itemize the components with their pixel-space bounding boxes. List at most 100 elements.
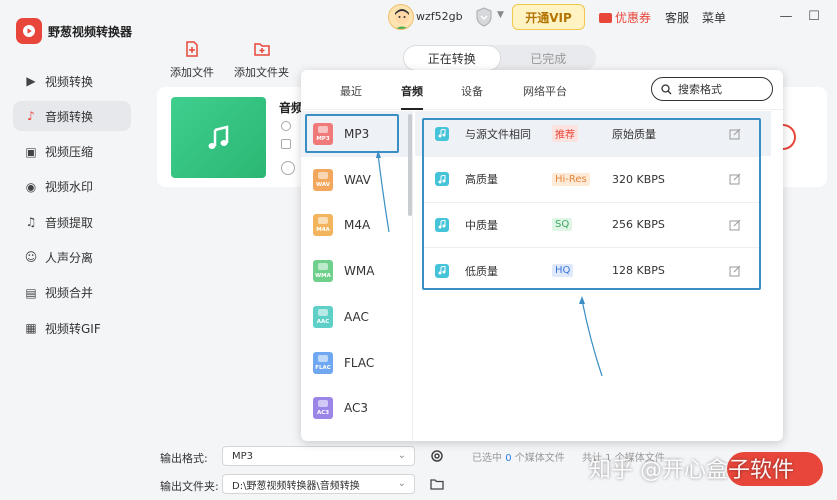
add-file-icon [186, 41, 198, 57]
search-placeholder: 搜索格式 [678, 83, 722, 96]
app-logo: 野葱视频转换器 [16, 18, 132, 44]
avatar[interactable] [388, 4, 414, 30]
format-icon-tag: AAC [316, 318, 330, 325]
video-convert-icon: ▶ [26, 74, 36, 88]
add-folder-button[interactable]: 添加文件夹 [234, 40, 289, 80]
format-list: MP3 MP3 WAV WAV M4A M4A WMA WMA AAC AAC FLAC FLAC AC… [301, 111, 413, 441]
music-note-icon [171, 97, 266, 178]
tab-recent[interactable]: 最近 [340, 83, 362, 99]
add-file-button[interactable]: 添加文件 [170, 40, 214, 80]
format-icon-tag: M4A [316, 227, 330, 234]
sidebar-item-2[interactable]: ▣ 视频压缩 [13, 137, 131, 167]
vip-button[interactable]: 开通VIP [512, 4, 585, 30]
tab-converting[interactable]: 正在转换 [403, 45, 501, 71]
menu-button[interactable]: 菜单 [702, 9, 726, 26]
audio-file-icon: M4A [313, 214, 333, 237]
format-icon-tag: WAV [316, 181, 330, 188]
video-merge-icon: ▤ [25, 285, 37, 300]
popup-tabs: 最近 音频 设备 网络平台 搜索格式 [301, 70, 783, 110]
tab-device[interactable]: 设备 [461, 83, 483, 99]
scrollbar[interactable] [408, 114, 412, 216]
format-item-wav[interactable]: WAV WAV [313, 165, 371, 195]
video-watermark-icon: ◉ [25, 179, 37, 194]
selected-count: 已选中 0 个媒体文件 [472, 449, 565, 464]
close-icon[interactable]: ✕ [832, 6, 837, 26]
format-item-m4a[interactable]: M4A M4A [313, 210, 370, 240]
audio-file-icon: AAC [313, 305, 333, 328]
search-icon [661, 83, 672, 94]
selected-suffix: 个媒体文件 [514, 453, 565, 464]
output-format-value: MP3 [232, 450, 254, 462]
audio-convert-icon: ♪ [27, 109, 35, 124]
format-popup: 最近 音频 设备 网络平台 搜索格式 MP3 MP3 WAV WAV M4A M4A WMA… [301, 70, 783, 441]
output-folder-select[interactable]: D:\野葱视频转换器\音频转换 ⌄ [222, 474, 415, 494]
gear-icon[interactable] [430, 449, 444, 463]
shield-icon[interactable] [473, 6, 495, 28]
format-item-aac[interactable]: AAC AAC [313, 302, 369, 332]
sidebar-item-label: 视频转GIF [45, 321, 101, 336]
play-logo-icon [16, 18, 42, 44]
file-icon [281, 139, 291, 149]
coupon-button[interactable]: 优惠券 [599, 9, 651, 26]
format-icon-tag: WMA [315, 273, 331, 280]
format-label: AAC [344, 309, 369, 324]
format-search-input[interactable]: 搜索格式 [651, 77, 773, 101]
chevron-down-icon[interactable]: ▼ [497, 10, 504, 20]
coupon-label: 优惠券 [615, 11, 652, 25]
format-item-wma[interactable]: WMA WMA [313, 256, 374, 286]
app-name: 野葱视频转换器 [48, 24, 133, 39]
selected-prefix: 已选中 [472, 453, 502, 464]
chevron-down-icon: ⌄ [397, 450, 406, 461]
sidebar: 野葱视频转换器 ▶ 视频转换 ♪ 音频转换 ▣ 视频压缩 ◉ 视频水印 ♫ 音频提取 ☺ 人声分离 ▤ 视… [0, 0, 146, 500]
format-icon-tag: FLAC [315, 364, 331, 371]
sidebar-item-0[interactable]: ▶ 视频转换 [13, 66, 131, 96]
output-folder-label: 输出文件夹: [160, 480, 219, 493]
info-icon [281, 121, 291, 131]
output-format-select[interactable]: MP3 ⌄ [222, 446, 415, 466]
sidebar-item-7[interactable]: ▦ 视频转GIF [13, 313, 131, 343]
format-label: AC3 [344, 401, 369, 416]
sidebar-item-6[interactable]: ▤ 视频合并 [13, 278, 131, 308]
sidebar-nav: ▶ 视频转换 ♪ 音频转换 ▣ 视频压缩 ◉ 视频水印 ♫ 音频提取 ☺ 人声分离 ▤ 视频合并 ▦ 视频转G… [13, 66, 131, 348]
output-format-label: 输出格式: [160, 452, 208, 465]
format-label: FLAC [344, 355, 375, 370]
audio-extract-icon: ♫ [25, 215, 37, 230]
tab-audio[interactable]: 音频 [401, 83, 423, 110]
format-item-flac[interactable]: FLAC FLAC [313, 348, 374, 378]
audio-file-icon: WAV [313, 168, 333, 191]
format-label: WMA [344, 264, 375, 279]
voice-separate-icon: ☺ [24, 250, 38, 265]
chevron-down-icon: ⌄ [397, 478, 406, 489]
format-label: M4A [344, 218, 371, 233]
video-to-gif-icon: ▦ [25, 321, 37, 336]
audio-file-icon: FLAC [313, 351, 333, 374]
sidebar-item-5[interactable]: ☺ 人声分离 [13, 242, 131, 272]
sidebar-item-1[interactable]: ♪ 音频转换 [13, 101, 131, 132]
tab-platform[interactable]: 网络平台 [523, 83, 567, 99]
sidebar-item-4[interactable]: ♫ 音频提取 [13, 207, 131, 237]
add-folder-label: 添加文件夹 [234, 66, 289, 79]
format-icon-tag: AC3 [316, 410, 330, 417]
minimize-icon[interactable]: — [776, 6, 796, 26]
sidebar-item-label: 视频压缩 [45, 145, 94, 160]
sidebar-item-label: 视频合并 [45, 286, 94, 301]
sidebar-item-label: 视频水印 [45, 180, 94, 195]
tab-done[interactable]: 已完成 [501, 45, 597, 71]
sidebar-item-3[interactable]: ◉ 视频水印 [13, 172, 131, 202]
folder-icon[interactable] [430, 477, 444, 491]
title-bar: wzf52gb ▼ 开通VIP 优惠券 客服 菜单 — ☐ ✕ [146, 0, 837, 36]
maximize-icon[interactable]: ☐ [804, 6, 824, 26]
username[interactable]: wzf52gb [416, 10, 463, 23]
status-tabs: 正在转换 已完成 [403, 45, 596, 71]
format-annotation-box [305, 114, 399, 153]
format-label: WAV [344, 172, 371, 187]
ticket-icon [599, 12, 612, 23]
add-file-label: 添加文件 [170, 66, 214, 79]
service-button[interactable]: 客服 [665, 9, 689, 26]
audio-file-icon: AC3 [313, 397, 333, 420]
settings-icon[interactable] [281, 161, 295, 175]
watermark: 知乎 @开心盒子软件 [589, 458, 794, 483]
format-item-ac3[interactable]: AC3 AC3 [313, 393, 368, 423]
output-folder-value: D:\野葱视频转换器\音频转换 [232, 480, 360, 492]
selected-number: 0 [505, 453, 512, 464]
